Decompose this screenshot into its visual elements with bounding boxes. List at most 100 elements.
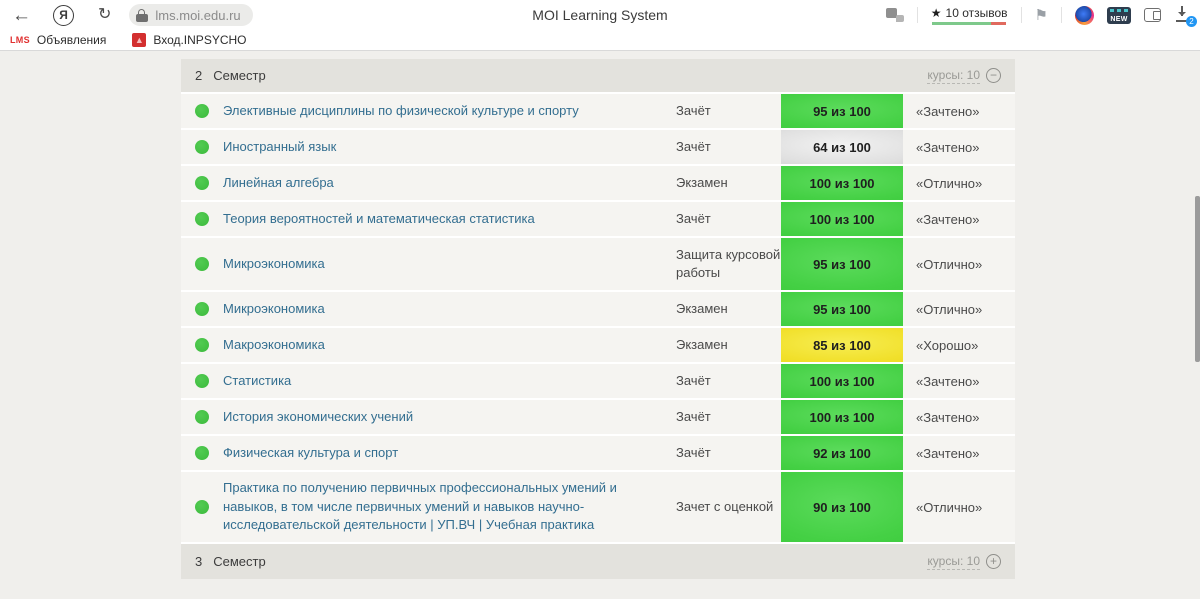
assessment-type-label: Защита курсовой работы xyxy=(676,246,781,280)
expand-plus-icon[interactable]: + xyxy=(986,554,1001,569)
assessment-type-label: Зачёт xyxy=(676,444,711,460)
green-dot-icon xyxy=(195,338,209,352)
bookmark-flag-icon[interactable]: ⚑ xyxy=(1035,6,1048,24)
green-dot-icon xyxy=(195,212,209,226)
course-link[interactable]: Практика по получению первичных професси… xyxy=(223,479,676,536)
downloads-icon[interactable]: 2 xyxy=(1174,6,1197,27)
status-bullet-cell xyxy=(181,446,223,460)
score-cell: 92 из 100 xyxy=(781,436,903,470)
status-bullet-cell xyxy=(181,140,223,154)
score-cell: 64 из 100 xyxy=(781,130,903,164)
new-badge-icon[interactable]: NEW xyxy=(1107,6,1131,24)
scrollbar-thumb[interactable] xyxy=(1195,196,1200,362)
assessment-type-label: Экзамен xyxy=(676,300,728,316)
grade-label: «Отлично» xyxy=(916,301,983,317)
course-row: Микроэкономика Защита курсовой работы 95… xyxy=(181,238,1015,292)
back-icon[interactable]: ← xyxy=(12,6,31,25)
yandex-browser-icon[interactable]: Я xyxy=(53,4,74,26)
grade-label: «Хорошо» xyxy=(916,337,979,353)
bookmark-announcements[interactable]: LMS Объявления xyxy=(10,33,106,47)
course-row: Теория вероятностей и математическая ста… xyxy=(181,202,1015,238)
course-link[interactable]: Линейная алгебра xyxy=(223,174,676,193)
assessment-type-label: Зачет с оценкой xyxy=(676,498,774,514)
assessment-type-label: Зачёт xyxy=(676,102,711,118)
assessment-type-label: Экзамен xyxy=(676,336,728,352)
semester-number: 3 xyxy=(195,554,203,569)
course-link[interactable]: Элективные дисциплины по физической куль… xyxy=(223,102,676,121)
green-dot-icon xyxy=(195,410,209,424)
downloads-badge: 2 xyxy=(1186,16,1197,27)
grade-label: «Зачтено» xyxy=(916,409,980,425)
page-title: MOI Learning System xyxy=(532,7,668,23)
course-link[interactable]: Макроэкономика xyxy=(223,336,676,355)
score-cell: 100 из 100 xyxy=(781,166,903,200)
green-dot-icon xyxy=(195,500,209,514)
course-link[interactable]: Иностранный язык xyxy=(223,138,676,157)
courses-count-label[interactable]: курсы: 10 xyxy=(927,554,980,570)
status-bullet-cell xyxy=(181,500,223,514)
collapse-minus-icon[interactable]: − xyxy=(986,68,1001,83)
green-dot-icon xyxy=(195,374,209,388)
refresh-icon[interactable]: ↻ xyxy=(98,7,111,23)
grade-label: «Зачтено» xyxy=(916,103,980,119)
inpsycho-favicon: ▲ xyxy=(132,33,147,47)
course-link[interactable]: Физическая культура и спорт xyxy=(223,444,676,463)
status-bullet-cell xyxy=(181,104,223,118)
green-dot-icon xyxy=(195,140,209,154)
grade-label: «Отлично» xyxy=(916,499,983,515)
course-row: Линейная алгебра Экзамен 100 из 100 «Отл… xyxy=(181,166,1015,202)
green-dot-icon xyxy=(195,176,209,190)
semester-2-collapse-control[interactable]: курсы: 10 − xyxy=(927,68,1001,84)
status-bullet-cell xyxy=(181,338,223,352)
course-row: Иностранный язык Зачёт 64 из 100 «Зачтен… xyxy=(181,130,1015,166)
semester-number: 2 xyxy=(195,68,203,83)
score-cell: 90 из 100 xyxy=(781,472,903,542)
course-link[interactable]: История экономических учений xyxy=(223,408,676,427)
grade-label: «Отлично» xyxy=(916,175,983,191)
score-cell: 95 из 100 xyxy=(781,292,903,326)
grade-label: «Зачтено» xyxy=(916,211,980,227)
lms-favicon: LMS xyxy=(10,35,30,45)
divider xyxy=(1061,7,1062,23)
course-link[interactable]: Микроэкономика xyxy=(223,300,676,319)
extension-icon[interactable] xyxy=(1075,5,1094,25)
assessment-type-label: Зачёт xyxy=(676,210,711,226)
address-bar[interactable]: lms.moi.edu.ru xyxy=(129,4,253,26)
score-cell: 100 из 100 xyxy=(781,400,903,434)
green-dot-icon xyxy=(195,302,209,316)
course-rows: Элективные дисциплины по физической куль… xyxy=(181,94,1015,544)
course-link[interactable]: Теория вероятностей и математическая ста… xyxy=(223,210,676,229)
course-row: Статистика Зачёт 100 из 100 «Зачтено» xyxy=(181,364,1015,400)
course-link[interactable]: Статистика xyxy=(223,372,676,391)
course-row: Элективные дисциплины по физической куль… xyxy=(181,94,1015,130)
semester-2-header: 2 Семестр курсы: 10 − xyxy=(181,59,1015,94)
course-row: Микроэкономика Экзамен 95 из 100 «Отличн… xyxy=(181,292,1015,328)
grade-label: «Зачтено» xyxy=(916,373,980,389)
courses-count-label[interactable]: курсы: 10 xyxy=(927,68,980,84)
semester-3-expand-control[interactable]: курсы: 10 + xyxy=(927,554,1001,570)
course-row: История экономических учений Зачёт 100 и… xyxy=(181,400,1015,436)
side-panel-icon[interactable] xyxy=(1144,8,1161,22)
bookmark-label: Вход.INPSYCHO xyxy=(153,33,247,47)
course-row: Физическая культура и спорт Зачёт 92 из … xyxy=(181,436,1015,472)
grade-label: «Отлично» xyxy=(916,256,983,272)
bookmark-inpsycho-login[interactable]: ▲ Вход.INPSYCHO xyxy=(132,33,247,47)
site-reviews-button[interactable]: ★ 10 отзывов xyxy=(931,6,1008,25)
reviews-count-label: 10 отзывов xyxy=(945,5,1008,20)
browser-toolbar: ← Я ↻ lms.moi.edu.ru MOI Learning System… xyxy=(0,0,1200,30)
url-text[interactable]: lms.moi.edu.ru xyxy=(155,8,240,23)
green-dot-icon xyxy=(195,446,209,460)
course-link[interactable]: Микроэкономика xyxy=(223,255,676,274)
status-bullet-cell xyxy=(181,257,223,271)
status-bullet-cell xyxy=(181,212,223,226)
status-bullet-cell xyxy=(181,374,223,388)
green-dot-icon xyxy=(195,257,209,271)
feedback-bubbles-icon[interactable] xyxy=(885,8,904,22)
star-icon: ★ xyxy=(930,5,942,20)
assessment-type-label: Зачёт xyxy=(676,138,711,154)
lock-icon xyxy=(135,8,148,22)
score-cell: 100 из 100 xyxy=(781,364,903,398)
semester-label: Семестр xyxy=(213,68,266,83)
grades-table: 2 Семестр курсы: 10 − Элективные дисципл… xyxy=(181,59,1015,579)
status-bullet-cell xyxy=(181,176,223,190)
